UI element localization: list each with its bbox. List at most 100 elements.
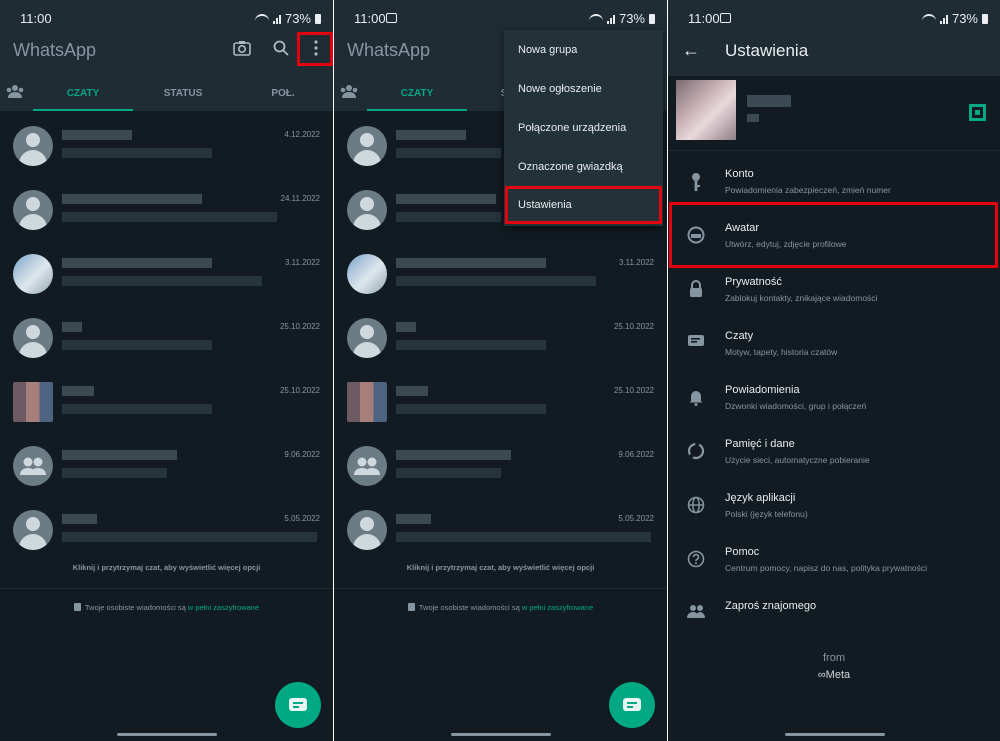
active-tab-indicator	[367, 109, 467, 111]
redacted-name	[62, 194, 202, 204]
menu-item-linked-devices[interactable]: Połączone urządzenia	[518, 122, 626, 134]
default-avatar-icon	[13, 190, 53, 230]
redacted-name	[396, 450, 511, 460]
default-avatar-icon	[13, 510, 53, 550]
chat-icon	[623, 698, 641, 711]
tab-calls[interactable]: POŁ.	[233, 88, 333, 99]
chat-date: 24.11.2022	[280, 194, 320, 203]
settings-item-invite[interactable]: Zaproś znajomego	[668, 592, 1000, 644]
battery-icon	[315, 13, 321, 24]
redacted-name	[396, 322, 416, 332]
help-icon	[686, 550, 706, 570]
settings-item-chats[interactable]: Czaty Motyw, tapety, historia czatów	[668, 322, 1000, 374]
contact-photo	[13, 254, 53, 294]
encryption-link[interactable]: w pełni zaszyfrowane	[522, 603, 593, 612]
settings-item-help[interactable]: Pomoc Centrum pomocy, napisz do nas, pol…	[668, 538, 1000, 590]
screenshot-composite: 11:00 73% WhatsApp CZATY STATUS POŁ. 4.1…	[0, 0, 1000, 741]
tab-status[interactable]: STATUS	[133, 88, 233, 99]
status-time: 11:00	[688, 11, 720, 26]
people-icon	[686, 604, 706, 624]
chat-date: 9.06.2022	[284, 450, 320, 459]
chat-row[interactable]: 4.12.2022	[0, 116, 333, 180]
page-title: Ustawienia	[725, 41, 809, 60]
globe-icon	[686, 496, 706, 516]
chat-row[interactable]: 3.11.2022	[334, 244, 667, 308]
settings-item-language[interactable]: Język aplikacji Polski (język telefonu)	[668, 484, 1000, 536]
encryption-note: Twoje osobiste wiadomości są w pełni zas…	[0, 603, 333, 612]
chat-row[interactable]: 25.10.2022	[334, 372, 667, 436]
chat-row[interactable]: 9.06.2022	[0, 436, 333, 500]
settings-item-notifications[interactable]: Powiadomienia Dzwonki wiadomości, grup i…	[668, 376, 1000, 428]
redacted-message	[396, 148, 501, 158]
gesture-bar	[117, 733, 217, 736]
menu-item-new-broadcast[interactable]: Nowe ogłoszenie	[518, 83, 602, 95]
chats-screen: 11:00 73% WhatsApp CZATY STATUS POŁ. 4.1…	[0, 0, 333, 741]
chat-row[interactable]: 25.10.2022	[334, 308, 667, 372]
signal-icon	[939, 14, 948, 24]
qr-code-icon[interactable]	[969, 104, 986, 121]
menu-item-new-group[interactable]: Nowa grupa	[518, 44, 577, 56]
redacted-message	[62, 468, 167, 478]
chat-date: 9.06.2022	[618, 450, 654, 459]
highlight-more-options	[297, 32, 333, 66]
chat-row[interactable]: 24.11.2022	[0, 180, 333, 244]
lock-icon	[686, 280, 706, 300]
tab-chats[interactable]: CZATY	[33, 88, 133, 99]
settings-item-storage[interactable]: Pamięć i dane Użycie sieci, automatyczne…	[668, 430, 1000, 482]
redacted-message	[62, 340, 212, 350]
meta-logo: ∞Meta	[817, 669, 851, 681]
default-avatar-icon	[13, 318, 53, 358]
redacted-name	[396, 514, 431, 524]
highlight-settings	[505, 186, 662, 224]
redacted-message	[62, 404, 212, 414]
chat-hint: Kliknij i przytrzymaj czat, aby wyświetl…	[406, 563, 595, 572]
battery-icon	[649, 13, 655, 24]
contact-photo	[347, 382, 387, 422]
redacted-name	[62, 322, 82, 332]
status-bar: 11:00 73%	[0, 0, 333, 36]
status-time: 11:00	[20, 11, 52, 26]
status-indicators: 73%	[254, 11, 321, 26]
chat-icon	[686, 334, 706, 354]
camera-icon[interactable]	[229, 38, 255, 64]
panel-separator	[333, 0, 334, 741]
menu-item-starred[interactable]: Oznaczone gwiazdką	[518, 161, 623, 173]
new-chat-button[interactable]	[609, 682, 655, 728]
redacted-message	[396, 340, 546, 350]
back-arrow-icon[interactable]: ←	[682, 40, 700, 61]
battery-level: 73%	[284, 11, 311, 26]
chat-row[interactable]: 3.11.2022	[0, 244, 333, 308]
encryption-note: Twoje osobiste wiadomości są w pełni zas…	[334, 603, 667, 612]
communities-icon[interactable]	[339, 84, 359, 103]
chat-row[interactable]: 5.05.2022	[334, 500, 667, 564]
tab-chats[interactable]: CZATY	[367, 88, 467, 99]
chat-row[interactable]: 9.06.2022	[334, 436, 667, 500]
wifi-icon	[921, 13, 936, 24]
from-label: from	[823, 652, 845, 664]
encryption-link[interactable]: w pełni zaszyfrowane	[188, 603, 259, 612]
battery-level: 73%	[618, 11, 645, 26]
chat-row[interactable]: 25.10.2022	[0, 372, 333, 436]
new-chat-button[interactable]	[275, 682, 321, 728]
redacted-message	[62, 148, 212, 158]
redacted-profile-about	[747, 114, 759, 122]
app-title: WhatsApp	[347, 40, 431, 60]
contact-photo	[13, 382, 53, 422]
redacted-name	[396, 258, 546, 268]
battery-level: 73%	[951, 11, 978, 26]
gesture-bar	[451, 733, 551, 736]
chat-row[interactable]: 25.10.2022	[0, 308, 333, 372]
communities-icon[interactable]	[5, 84, 25, 103]
profile-photo[interactable]	[676, 80, 736, 140]
settings-item-privacy[interactable]: Prywatność Zablokuj kontakty, znikające …	[668, 268, 1000, 320]
default-avatar-icon	[347, 510, 387, 550]
chat-date: 3.11.2022	[285, 258, 320, 267]
redacted-name	[62, 386, 94, 396]
settings-screen: 11:00 73% ← Ustawienia Konto Powiadomien…	[668, 0, 1000, 741]
chat-row[interactable]: 5.05.2022	[0, 500, 333, 564]
redacted-message	[62, 212, 277, 222]
search-icon[interactable]	[268, 38, 294, 64]
panel-separator	[667, 0, 668, 741]
active-tab-indicator	[33, 109, 133, 111]
redacted-name	[396, 386, 428, 396]
